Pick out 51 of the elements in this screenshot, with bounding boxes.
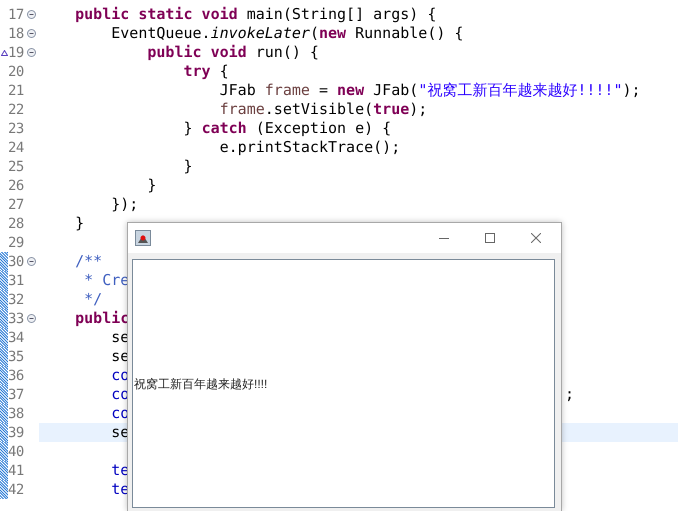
code-line: public void run() {: [146, 43, 319, 61]
line-number: 17: [8, 8, 25, 22]
code-line: });: [110, 195, 138, 213]
code-line: public static void main(String[] args) {: [74, 5, 436, 23]
maximize-icon: [485, 233, 495, 243]
line-number: 36: [8, 368, 25, 382]
line-number: 33: [8, 312, 25, 326]
close-icon: [531, 233, 541, 243]
code-line: }: [182, 157, 193, 175]
line-number: 28: [8, 216, 25, 230]
code-line: try {: [182, 62, 229, 80]
code-line: frame.setVisible(true);: [218, 100, 428, 118]
line-number: 39: [8, 426, 25, 440]
collapse-icon[interactable]: [27, 10, 36, 19]
line-number: 18: [8, 26, 25, 40]
line-number: 32: [8, 292, 25, 306]
line-number: 41: [8, 464, 25, 478]
line-number: 29: [8, 236, 25, 250]
line-number: 27: [8, 198, 25, 212]
code-line: /**: [74, 252, 102, 270]
line-number: 23: [8, 122, 25, 136]
line-number: 40: [8, 444, 25, 458]
code-line: e.printStackTrace();: [218, 138, 400, 156]
line-number: 22: [8, 102, 25, 116]
line-number: 30: [8, 254, 25, 268]
greeting-label: 祝窝工新百年越来越好!!!!: [134, 376, 268, 392]
collapse-icon[interactable]: [27, 29, 36, 38]
line-number: 25: [8, 160, 25, 174]
code-line: } catch (Exception e) {: [182, 119, 392, 137]
line-number: 20: [8, 64, 25, 78]
line-number: 21: [8, 84, 25, 98]
coffee-cup-icon: [135, 230, 151, 246]
collapse-icon[interactable]: [27, 48, 36, 57]
code-fragment: ;: [565, 385, 574, 404]
line-number: 26: [8, 178, 25, 192]
line-number: 38: [8, 406, 25, 420]
line-number: 34: [8, 330, 25, 344]
line-number: 35: [8, 350, 25, 364]
collapse-icon[interactable]: [27, 257, 36, 266]
line-number: 37: [8, 388, 25, 402]
line-number: 42: [8, 482, 25, 496]
line-number: 24: [8, 140, 25, 154]
code-line: EventQueue.invokeLater(new Runnable() {: [110, 24, 464, 42]
code-line: */: [83, 290, 102, 308]
line-number: 19: [8, 46, 25, 60]
code-line: JFab frame = new JFab("祝窝工新百年越来越好!!!!");: [218, 81, 641, 99]
code-line: }: [146, 176, 156, 194]
code-line: public: [74, 309, 130, 327]
line-number: 31: [8, 274, 25, 288]
code-line: }: [74, 214, 84, 232]
collapse-icon[interactable]: [27, 314, 36, 323]
